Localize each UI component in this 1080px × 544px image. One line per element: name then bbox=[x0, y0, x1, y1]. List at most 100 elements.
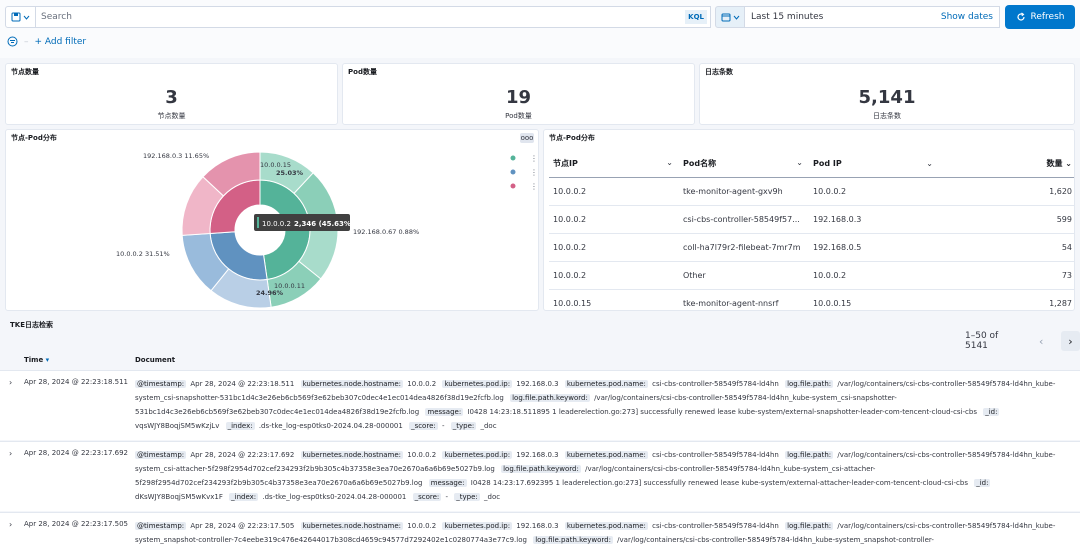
log-time: Apr 28, 2024 @ 22:23:17.692 bbox=[24, 449, 128, 457]
annotation-10-0-0-15-pct: 25.03% bbox=[276, 169, 304, 177]
save-icon bbox=[11, 12, 21, 22]
chevron-down-icon: ⌄ bbox=[796, 158, 803, 168]
legend-options-icon[interactable]: ⋮ bbox=[530, 168, 538, 177]
filter-options-icon[interactable] bbox=[7, 36, 18, 47]
add-filter-button[interactable]: + Add filter bbox=[35, 37, 87, 47]
refresh-icon bbox=[1016, 12, 1025, 21]
legend-swatch[interactable] bbox=[510, 169, 516, 175]
field-value: 192.168.0.3 bbox=[516, 522, 559, 530]
log-row: › Apr 28, 2024 @ 22:23:17.692 @timestamp: … bbox=[0, 441, 1080, 511]
annotation-192-168-0-3: 192.168.0.3 11.65% bbox=[143, 152, 209, 160]
field-value: I0428 14:23:18.511895 1 leaderelection.g… bbox=[467, 408, 977, 416]
cell-pod-name: coll-ha7l79r2-filebeat-7mr7m bbox=[679, 233, 809, 262]
quick-date-picker-button[interactable] bbox=[715, 6, 745, 28]
cell-count: 73 bbox=[939, 261, 1074, 290]
field-key: _id: bbox=[974, 479, 991, 487]
prev-page-button[interactable]: ‹ bbox=[1032, 331, 1051, 351]
annotation-10-0-0-11-pct: 24.96% bbox=[256, 289, 284, 297]
col-time-header[interactable]: Time ▾ bbox=[24, 356, 49, 364]
expand-row-icon[interactable]: › bbox=[9, 449, 12, 458]
chevron-down-icon bbox=[733, 15, 739, 20]
legend-swatch[interactable] bbox=[510, 155, 516, 161]
log-row: › Apr 28, 2024 @ 22:23:17.505 @timestamp: … bbox=[0, 512, 1080, 544]
search-input[interactable]: Search KQL bbox=[36, 6, 711, 28]
table-row[interactable]: 10.0.0.2 coll-ha7l79r2-filebeat-7mr7m 192.… bbox=[549, 233, 1074, 262]
col-header-node-ip[interactable]: 节点IP ⌄ bbox=[549, 151, 679, 178]
refresh-label: Refresh bbox=[1030, 12, 1065, 22]
table-row[interactable]: 10.0.0.2 tke-monitor-agent-gxv9h 10.0.0.2 1… bbox=[549, 177, 1074, 206]
metric-panel-logs: 日志条数 5,141 日志条数 bbox=[699, 63, 1075, 125]
annotation-192-168-0-67: 192.168.0.67 0.88% bbox=[353, 228, 419, 236]
field-key: log.file.path: bbox=[785, 451, 834, 459]
field-key: log.file.path: bbox=[785, 522, 834, 530]
col-header-pod-ip[interactable]: Pod IP ⌄ bbox=[809, 151, 939, 178]
time-range-value: Last 15 minutes bbox=[751, 12, 824, 22]
annotation-10-0-0-15: 10.0.0.15 bbox=[260, 161, 291, 169]
search-placeholder: Search bbox=[41, 12, 72, 22]
cell-pod-ip: 10.0.0.2 bbox=[809, 177, 939, 206]
field-value: 10.0.0.2 bbox=[407, 522, 437, 530]
time-range-field[interactable]: Last 15 minutes Show dates bbox=[745, 6, 1000, 28]
col-header-count[interactable]: 数量 ⌄ bbox=[939, 151, 1074, 178]
field-key: kubernetes.pod.name: bbox=[564, 380, 648, 388]
expand-row-icon[interactable]: › bbox=[9, 378, 12, 387]
logs-title: TKE日志检索 bbox=[10, 321, 53, 329]
field-value: .ds-tke_log-esp0tks0-2024.04.28-000001 bbox=[262, 493, 407, 501]
field-key: kubernetes.node.hostname: bbox=[300, 451, 404, 459]
field-value: Apr 28, 2024 @ 22:23:17.505 bbox=[190, 522, 295, 530]
metric-value: 3 bbox=[165, 87, 178, 108]
field-value: Apr 28, 2024 @ 22:23:18.511 bbox=[190, 380, 295, 388]
field-value: csi-cbs-controller-58549f5784-ld4hn bbox=[652, 380, 779, 388]
col-header-pod-name[interactable]: Pod名称 ⌄ bbox=[679, 151, 809, 178]
next-page-button[interactable]: › bbox=[1060, 331, 1080, 351]
field-key: log.file.path.keyword: bbox=[510, 394, 590, 402]
table-row[interactable]: 10.0.0.2 csi-cbs-controller-58549f57... 19… bbox=[549, 205, 1074, 234]
sunburst-chart: 192.168.0.3 11.65% 10.0.0.15 25.03% 192.… bbox=[116, 151, 538, 309]
field-key: _index: bbox=[225, 422, 255, 430]
cell-count: 1,620 bbox=[939, 177, 1074, 206]
cell-pod-ip: 192.168.0.5 bbox=[809, 233, 939, 262]
field-key: message: bbox=[428, 479, 467, 487]
kql-toggle-button[interactable]: KQL bbox=[685, 10, 707, 24]
field-value: .ds-tke_log-esp0tks0-2024.04.28-000001 bbox=[258, 422, 403, 430]
field-key: _id: bbox=[983, 408, 1000, 416]
annotation-10-0-0-2: 10.0.0.2 31.51% bbox=[116, 250, 170, 258]
panel-title: 节点数量 bbox=[11, 68, 39, 76]
field-key: _score: bbox=[409, 422, 438, 430]
log-time: Apr 28, 2024 @ 22:23:18.511 bbox=[24, 378, 128, 386]
metric-value: 5,141 bbox=[858, 87, 916, 108]
field-value: csi-cbs-controller-58549f5784-ld4hn bbox=[652, 522, 779, 530]
field-value: csi-cbs-controller-58549f5784-ld4hn bbox=[652, 451, 779, 459]
legend-options-icon[interactable]: ⋮ bbox=[530, 154, 538, 163]
field-key: log.file.path.keyword: bbox=[501, 465, 581, 473]
saved-query-menu-button[interactable] bbox=[5, 6, 36, 28]
field-value: /var/log/containers/csi-cbs-controller-5… bbox=[617, 536, 934, 544]
legend-swatch[interactable] bbox=[510, 183, 516, 189]
show-dates-link[interactable]: Show dates bbox=[941, 12, 993, 22]
table-row[interactable]: 10.0.0.15 tke-monitor-agent-nnsrf 10.0.0.1… bbox=[549, 289, 1074, 310]
field-value: 192.168.0.3 bbox=[516, 380, 559, 388]
pagination-range: 1–50 of 5141 bbox=[965, 331, 999, 351]
log-row: › Apr 28, 2024 @ 22:23:18.511 @timestamp: … bbox=[0, 370, 1080, 440]
field-key: kubernetes.pod.name: bbox=[564, 522, 648, 530]
chevron-down-icon bbox=[23, 15, 30, 20]
table-panel: 节点-Pod分布 节点IP ⌄ Pod名称 ⌄ Pod IP ⌄ 数量 ⌄ 10.0.… bbox=[543, 129, 1075, 311]
field-key: log.file.path: bbox=[785, 380, 834, 388]
refresh-button[interactable]: Refresh bbox=[1005, 5, 1075, 29]
pie-panel: 节点-Pod分布 ooo 192.168.0.3 11.65% 10.0.0.1… bbox=[5, 129, 539, 311]
expand-row-icon[interactable]: › bbox=[9, 520, 12, 529]
cell-pod-ip: 10.0.0.2 bbox=[809, 261, 939, 290]
metric-label: Pod数量 bbox=[505, 112, 532, 120]
panel-title: 节点-Pod分布 bbox=[549, 134, 595, 142]
field-key: kubernetes.pod.ip: bbox=[442, 380, 513, 388]
field-key: _type: bbox=[450, 422, 477, 430]
pod-table: 节点IP ⌄ Pod名称 ⌄ Pod IP ⌄ 数量 ⌄ 10.0.0.2 tke-mo… bbox=[549, 151, 1074, 310]
cell-pod-ip: 192.168.0.3 bbox=[809, 205, 939, 234]
field-key: kubernetes.pod.name: bbox=[564, 451, 648, 459]
log-document: @timestamp: Apr 28, 2024 @ 22:23:17.505 … bbox=[135, 519, 1070, 544]
table-row[interactable]: 10.0.0.2 Other 10.0.0.2 73 bbox=[549, 261, 1074, 290]
legend-options-icon[interactable]: ⋮ bbox=[530, 182, 538, 191]
field-value: - bbox=[445, 493, 449, 501]
cell-node-ip: 10.0.0.2 bbox=[549, 233, 679, 262]
metric-panel-nodes: 节点数量 3 节点数量 bbox=[5, 63, 338, 125]
